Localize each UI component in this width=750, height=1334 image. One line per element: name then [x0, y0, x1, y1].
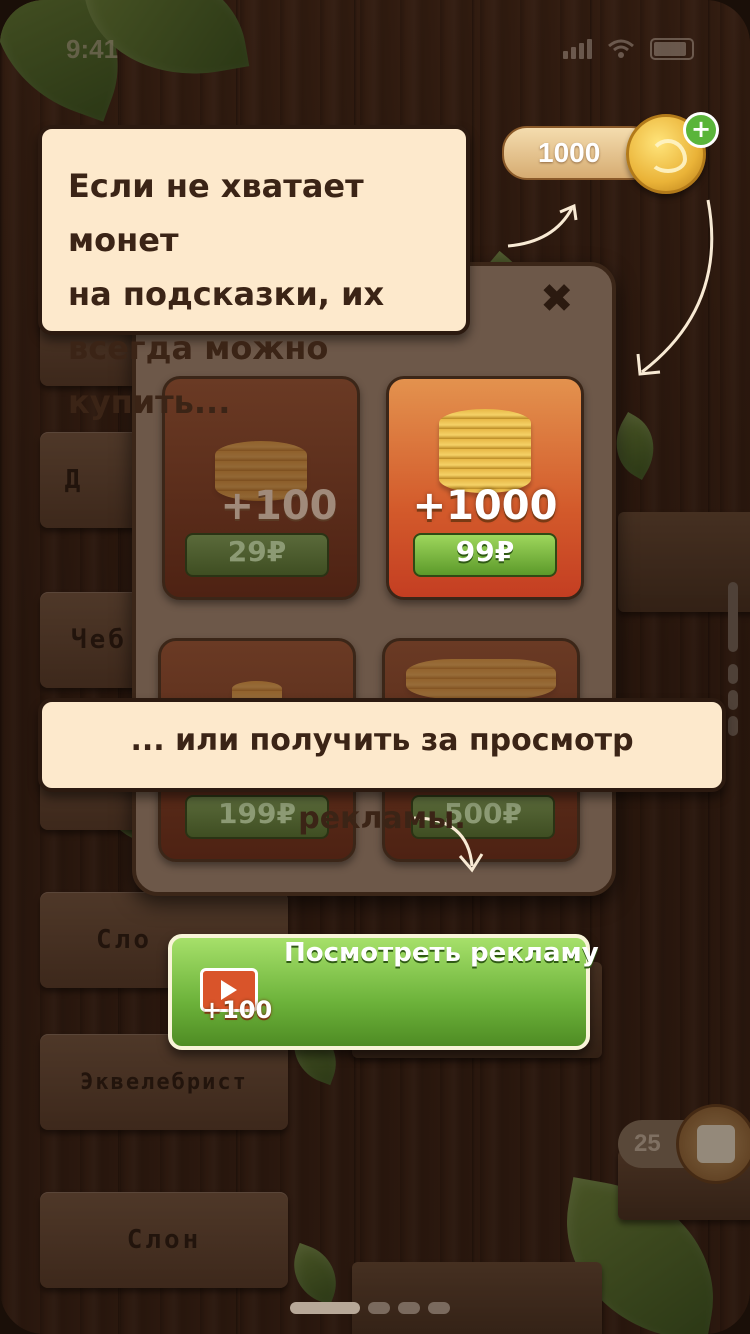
tooltip-buy-coins: Если не хватает монет на подсказки, их в…	[38, 125, 470, 421]
close-icon[interactable]: ✖	[540, 276, 574, 322]
page-dot	[428, 1302, 450, 1314]
pack-price-button[interactable]: 99₽	[413, 533, 557, 577]
status-icons	[563, 38, 694, 60]
pack-price-button[interactable]: 29₽	[185, 533, 329, 577]
watch-ad-label: Посмотреть рекламу	[284, 938, 599, 968]
status-time: 9:41	[66, 34, 119, 64]
game-screen: Д Чеб Сло Эквелебрист Слон 25 9:41 ✖ +10…	[0, 0, 750, 1334]
page-dot	[398, 1302, 420, 1314]
coin-stack-icon	[406, 659, 556, 699]
battery-icon	[650, 38, 694, 60]
page-indicator	[290, 1302, 450, 1314]
plus-icon[interactable]: +	[683, 112, 719, 148]
arrow-icon	[636, 199, 714, 376]
ad-reward-badge: +100	[202, 996, 273, 1024]
page-dot-active	[290, 1302, 360, 1314]
pack-amount: +100	[220, 483, 338, 529]
wifi-icon	[608, 39, 634, 58]
tooltip-line: Если не хватает монет	[68, 167, 364, 259]
arrow-icon	[507, 203, 578, 248]
signal-icon	[563, 39, 592, 59]
tooltip-line: всегда можно купить...	[68, 329, 329, 421]
page-dot	[368, 1302, 390, 1314]
tooltip-watch-ad: ... или получить за просмотр рекламы.	[38, 698, 726, 836]
pack-amount: +1000	[412, 483, 558, 529]
tooltip-line: на подсказки, их	[68, 275, 385, 313]
watch-ad-button[interactable]: +100 Посмотреть рекламу	[168, 934, 599, 1050]
